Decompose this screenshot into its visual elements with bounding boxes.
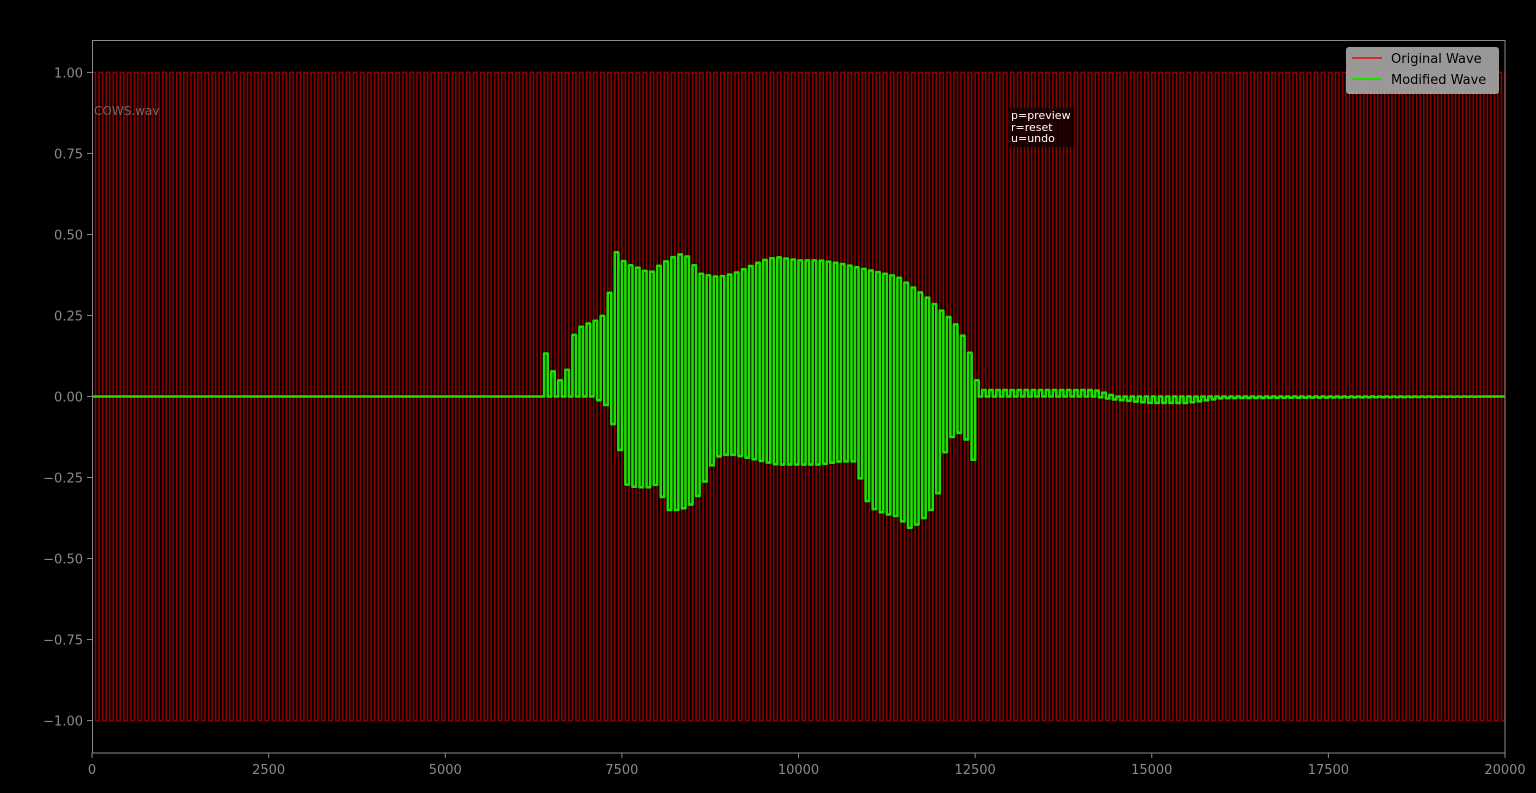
legend: Original Wave Modified Wave (1346, 47, 1499, 94)
x-tick-label: 5000 (429, 763, 462, 778)
x-tick-label: 15000 (1131, 763, 1172, 778)
y-tick-label: 0.00 (54, 391, 83, 406)
x-tick-label: 10000 (778, 763, 819, 778)
y-tick-label: −0.50 (43, 553, 83, 568)
help-line-undo: u=undo (1011, 132, 1055, 145)
y-tick-label: 0.50 (54, 228, 83, 243)
y-tick-label: 0.75 (54, 147, 83, 162)
y-tick-label: −0.25 (43, 472, 83, 487)
x-tick-label: 7500 (605, 763, 638, 778)
chart-figure: 0 2500 5000 7500 10000 12500 15000 17500 20000 1.… (43, 40, 1526, 778)
y-tick-label: 0.25 (54, 309, 83, 324)
help-box: p=preview r=reset u=undo (1008, 108, 1074, 147)
x-tick-label: 0 (88, 763, 96, 778)
legend-original-label: Original Wave (1391, 52, 1482, 67)
x-tick-label: 17500 (1308, 763, 1349, 778)
y-tick-label: −1.00 (43, 715, 83, 730)
x-tick-label: 12500 (954, 763, 995, 778)
y-tick-label: −0.75 (43, 634, 83, 649)
y-tick-label: 1.00 (54, 66, 83, 81)
file-label: COWS.wav (94, 104, 159, 118)
x-tick-label: 2500 (252, 763, 285, 778)
legend-modified-label: Modified Wave (1391, 73, 1486, 88)
x-tick-label: 20000 (1484, 763, 1525, 778)
